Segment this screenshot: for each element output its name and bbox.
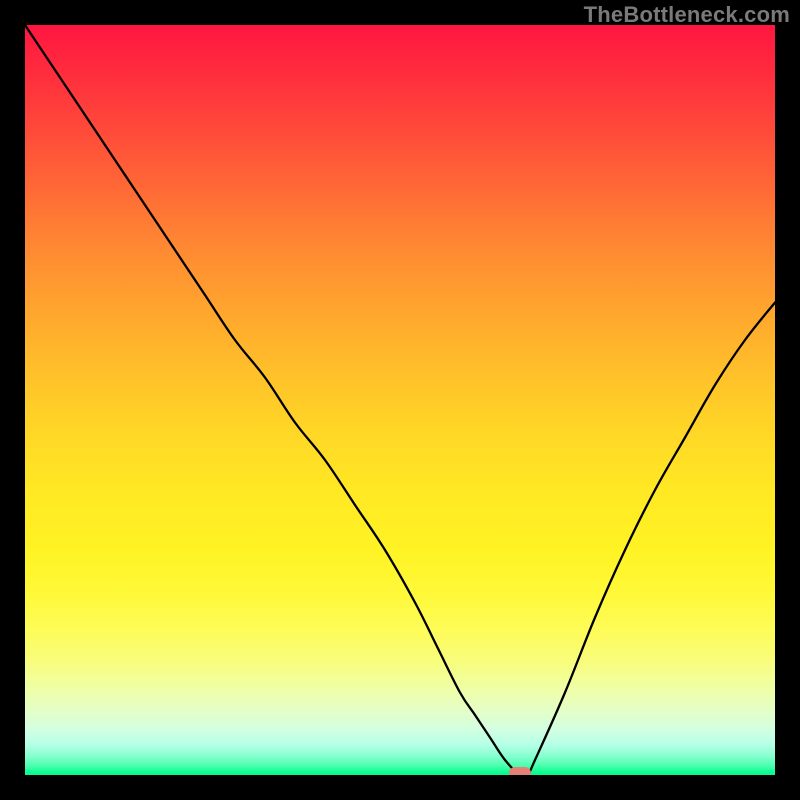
bottleneck-curve [25,25,775,775]
plot-area [25,25,775,775]
optimal-marker [509,767,532,775]
chart-frame: TheBottleneck.com [0,0,800,800]
